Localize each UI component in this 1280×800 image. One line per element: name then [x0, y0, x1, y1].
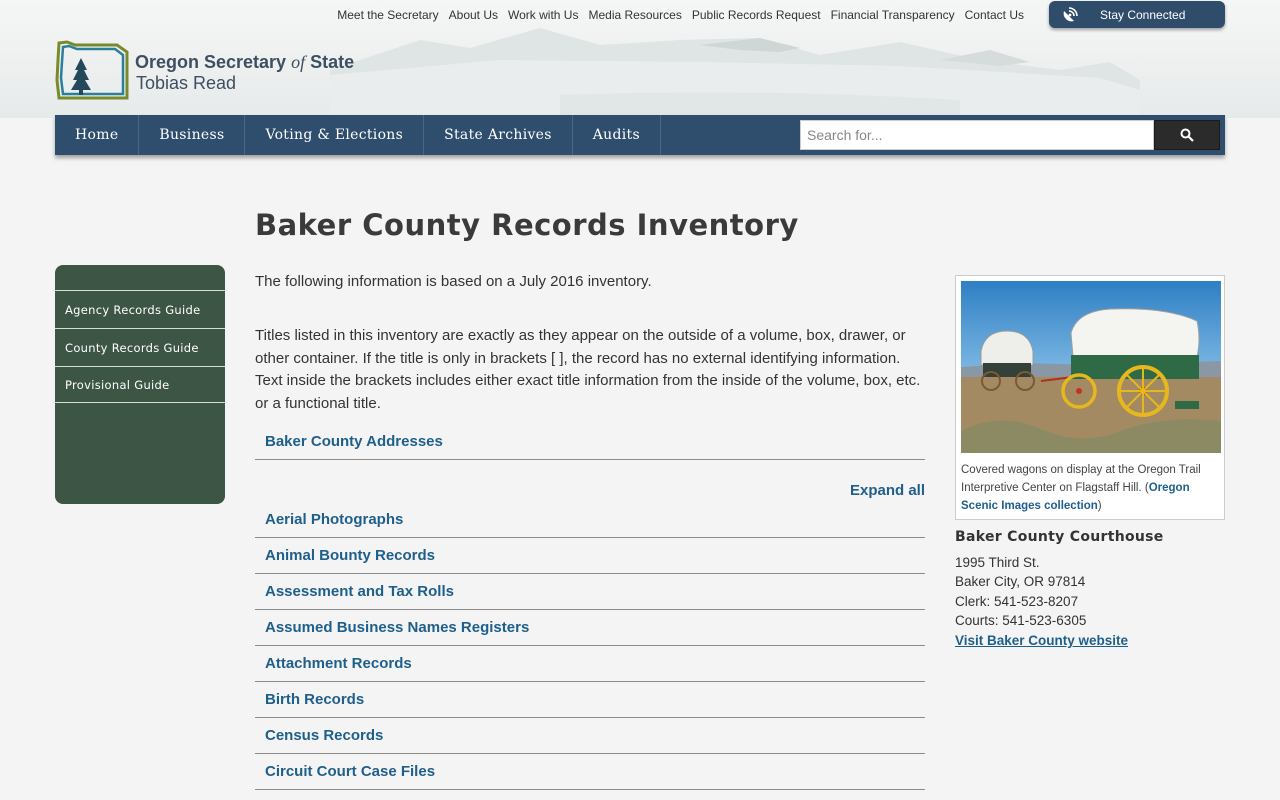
nav-item-business[interactable]: Business — [139, 115, 246, 155]
courthouse-heading: Baker County Courthouse — [955, 529, 1164, 545]
utility-link-media-resources[interactable]: Media Resources — [588, 8, 681, 22]
accordion-item-census-records[interactable]: Census Records — [255, 718, 925, 754]
accordion-item-assumed-business-names[interactable]: Assumed Business Names Registers — [255, 610, 925, 646]
photo-caption: Covered wagons on display at the Oregon … — [961, 464, 1201, 512]
sidebar-item-agency-records-guide[interactable]: Agency Records Guide — [55, 290, 225, 328]
address-city: Baker City, OR 97814 — [955, 574, 1086, 589]
utility-nav: Meet the Secretary About Us Work with Us… — [337, 8, 1024, 22]
search-form — [800, 120, 1220, 150]
accordion-item-assessment-tax-rolls[interactable]: Assessment and Tax Rolls — [255, 574, 925, 610]
stay-connected-button[interactable]: Stay Connected — [1049, 1, 1225, 28]
nav-item-home[interactable]: Home — [55, 115, 140, 155]
accordion-item-circuit-court-case-files[interactable]: Circuit Court Case Files — [255, 754, 925, 790]
utility-link-work-with-us[interactable]: Work with Us — [508, 8, 578, 22]
sidebar-item-county-records-guide[interactable]: County Records Guide — [55, 328, 225, 366]
expand-all-button[interactable]: Expand all — [780, 482, 925, 499]
nav-item-state-archives[interactable]: State Archives — [424, 115, 573, 155]
accordion-item-animal-bounty-records[interactable]: Animal Bounty Records — [255, 538, 925, 574]
logo-title: Oregon Secretary of State — [135, 52, 355, 72]
covered-wagons-photo — [961, 281, 1221, 453]
utility-link-financial-transparency[interactable]: Financial Transparency — [831, 8, 955, 22]
address-street: 1995 Third St. — [955, 555, 1040, 570]
county-website-link[interactable]: Visit Baker County website — [955, 633, 1128, 648]
sidebar-item-provisional-guide[interactable]: Provisional Guide — [55, 366, 225, 403]
satellite-dish-icon — [1063, 6, 1078, 21]
accordion-item-aerial-photographs[interactable]: Aerial Photographs — [255, 502, 925, 538]
search-input[interactable] — [800, 120, 1154, 150]
featured-photo-card: Covered wagons on display at the Oregon … — [955, 275, 1225, 520]
site-logo[interactable]: Oregon Secretary of State Tobias Read — [55, 40, 375, 102]
sidebar-nav: Agency Records Guide County Records Guid… — [55, 265, 225, 504]
accordion-item-attachment-records[interactable]: Attachment Records — [255, 646, 925, 682]
nav-item-audits[interactable]: Audits — [573, 115, 661, 155]
page-title: Baker County Records Inventory — [255, 208, 799, 242]
clerk-phone: Clerk: 541-523-8207 — [955, 594, 1079, 609]
intro-paragraph: The following information is based on a … — [255, 273, 652, 290]
logo-subtitle: Tobias Read — [136, 73, 237, 93]
inventory-note-paragraph: Titles listed in this inventory are exac… — [255, 327, 921, 412]
nav-item-voting-elections[interactable]: Voting & Elections — [245, 115, 425, 155]
main-nav: Home Business Voting & Elections State A… — [55, 115, 1225, 155]
utility-link-meet-secretary[interactable]: Meet the Secretary — [337, 8, 438, 22]
search-button[interactable] — [1154, 120, 1220, 150]
courts-phone: Courts: 541-523-6305 — [955, 613, 1087, 628]
utility-link-about-us[interactable]: About Us — [449, 8, 498, 22]
utility-link-contact-us[interactable]: Contact Us — [965, 8, 1024, 22]
stay-connected-label: Stay Connected — [1100, 7, 1186, 22]
utility-link-public-records-request[interactable]: Public Records Request — [692, 8, 821, 22]
accordion-item-baker-county-addresses[interactable]: Baker County Addresses — [255, 424, 925, 460]
accordion-item-birth-records[interactable]: Birth Records — [255, 682, 925, 718]
search-icon — [1180, 128, 1194, 142]
oregon-tree-logo-icon — [55, 40, 129, 100]
